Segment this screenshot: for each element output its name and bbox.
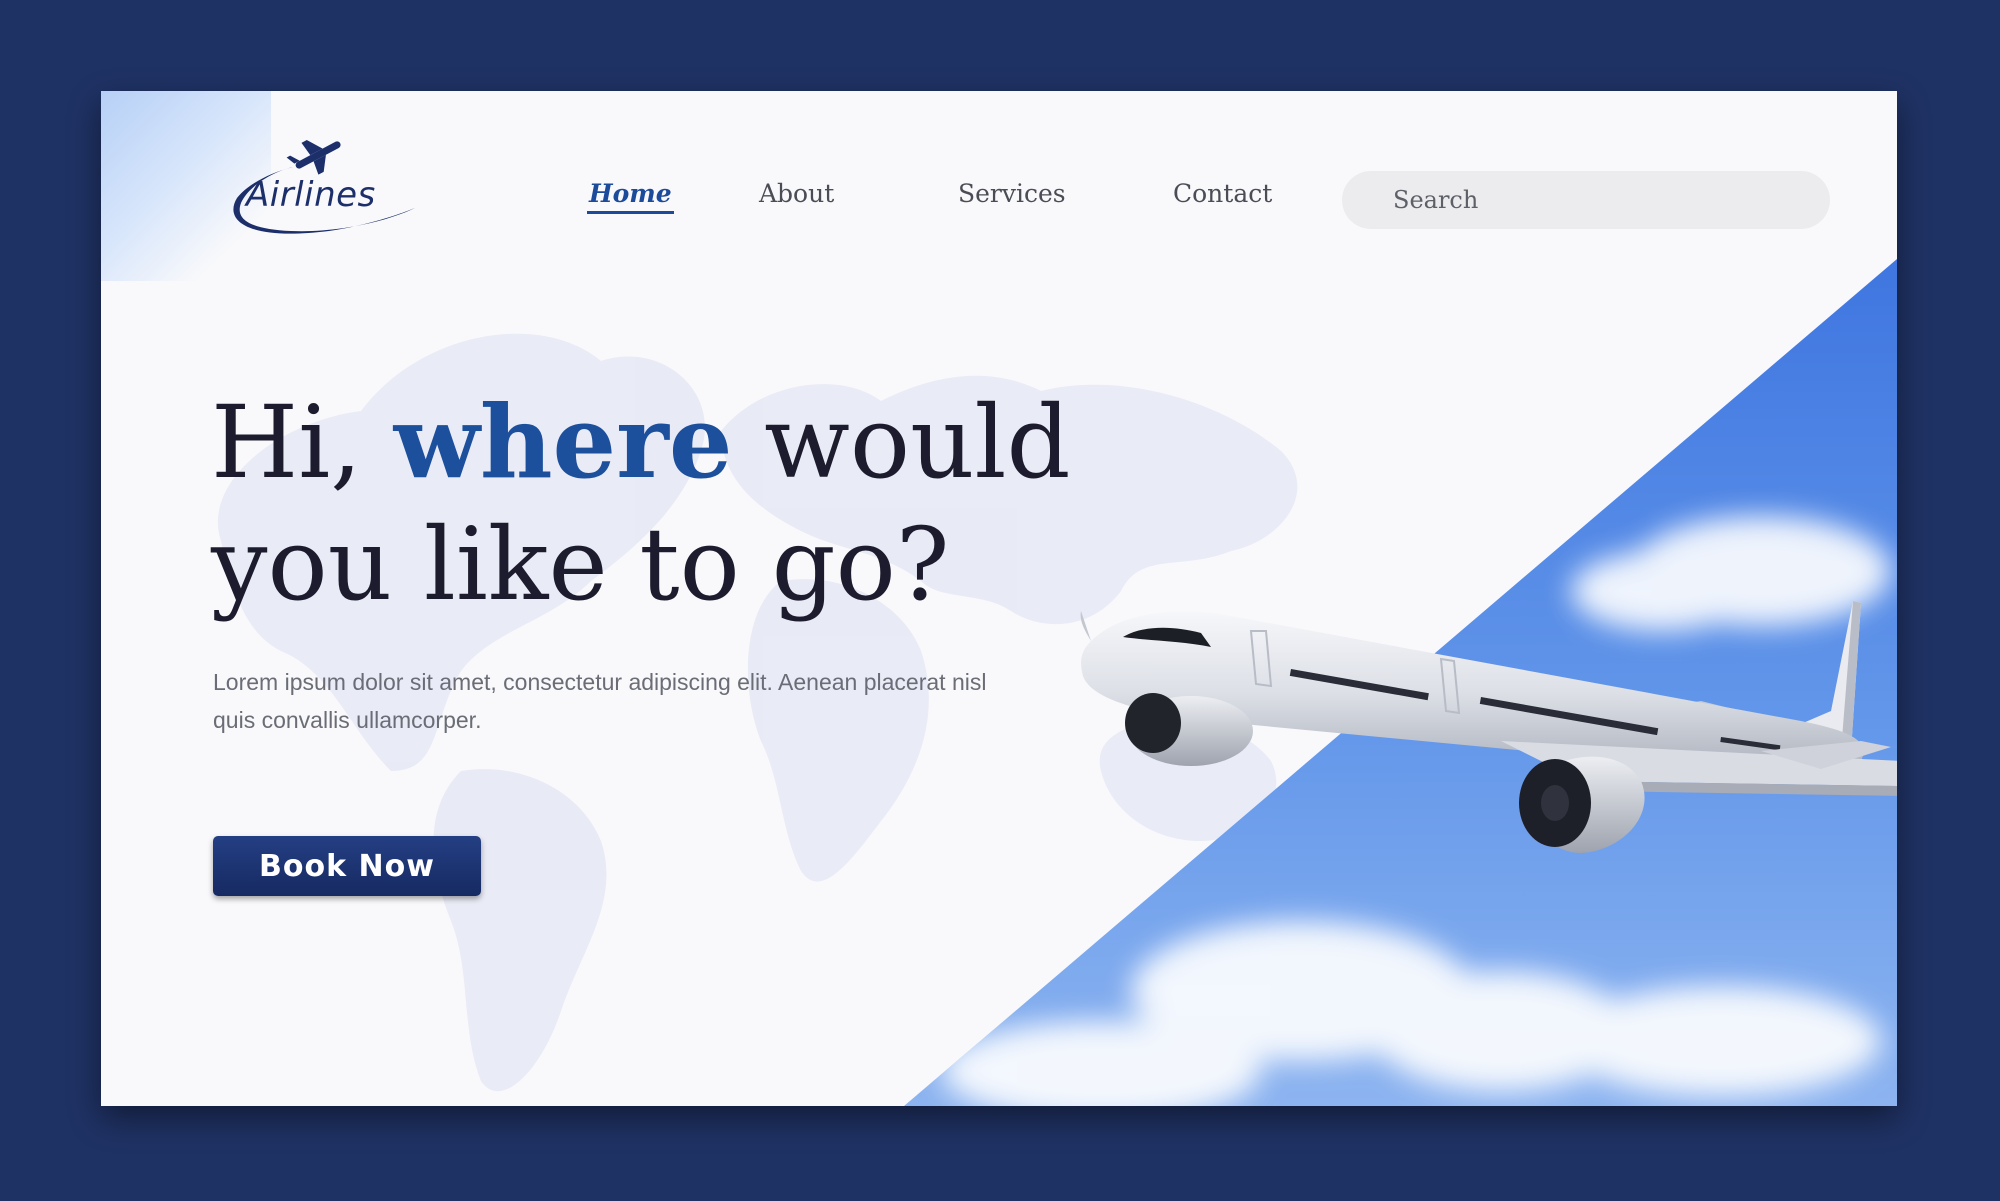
hero-description: Lorem ipsum dolor sit amet, consectetur … (213, 669, 987, 733)
headline-accent-word: where (393, 383, 733, 501)
airlines-logo[interactable]: Airlines (219, 133, 419, 253)
book-now-button[interactable]: Book Now (213, 836, 481, 896)
search-bar (1342, 171, 1830, 229)
headline-mid: would (732, 384, 1071, 501)
hero-headline: Hi, where would you like to go? (211, 381, 1071, 626)
nav-about-link[interactable]: About (759, 179, 834, 208)
headline-line-two: you like to go? (211, 506, 950, 623)
airplane-illustration (1080, 601, 1897, 853)
nav-home-link[interactable]: Home (587, 179, 674, 214)
landing-page: Airlines Home About Services Contact Hi,… (101, 91, 1897, 1106)
nav-contact-link[interactable]: Contact (1173, 179, 1272, 208)
headline-start: Hi, (211, 384, 394, 501)
logo-text: Airlines (246, 175, 376, 215)
search-input[interactable] (1342, 171, 1830, 229)
nav-services-link[interactable]: Services (958, 179, 1066, 208)
